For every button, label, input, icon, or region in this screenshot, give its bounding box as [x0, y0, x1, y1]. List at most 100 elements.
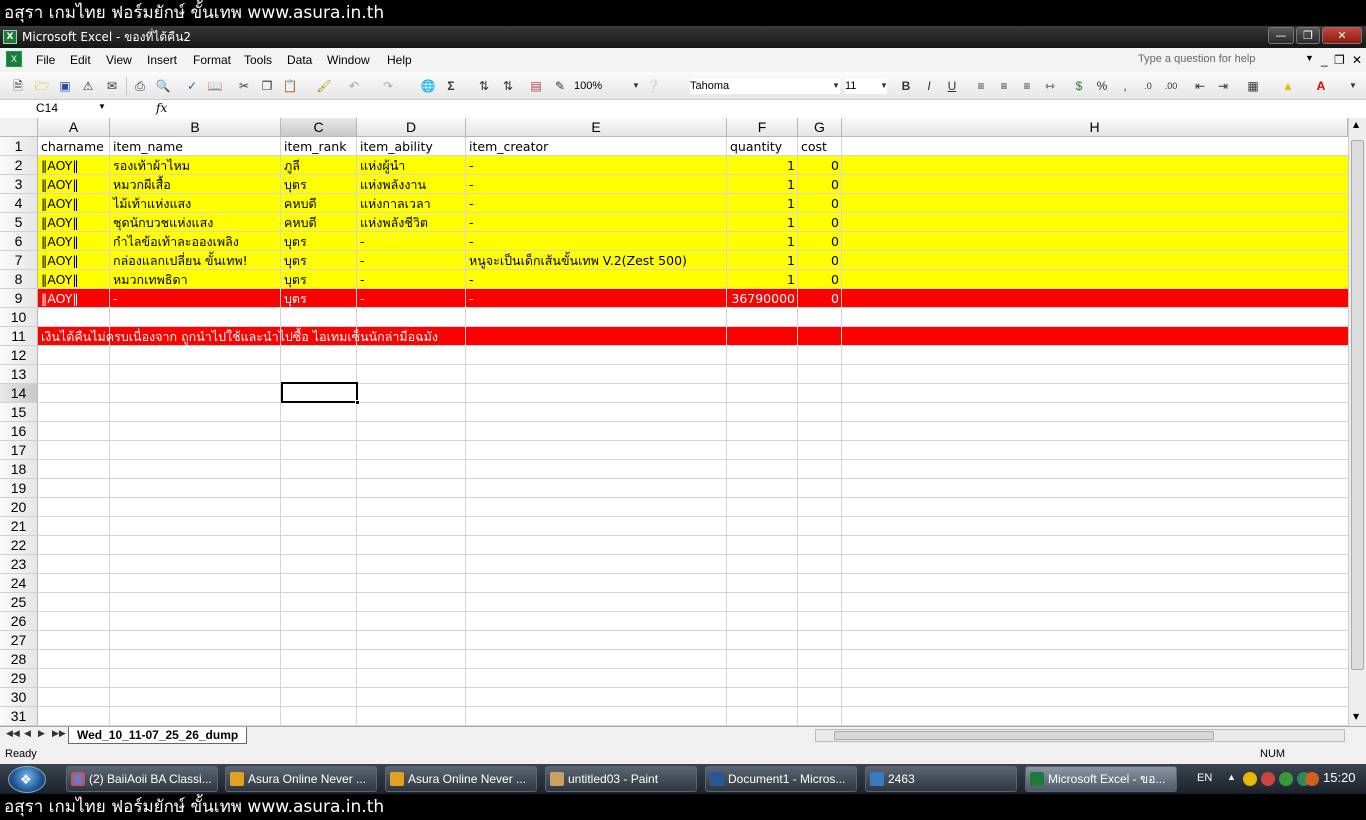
row-header-24[interactable]: 24: [0, 574, 38, 593]
row-header-16[interactable]: 16: [0, 422, 38, 441]
increase-decimal-icon[interactable]: .0: [1140, 78, 1156, 94]
drawing-icon[interactable]: ✎: [552, 78, 568, 94]
format-painter-icon[interactable]: 🖌: [316, 78, 332, 94]
scroll-up-icon[interactable]: ▲: [1353, 120, 1359, 129]
hyperlink-icon[interactable]: 🌐: [420, 78, 436, 94]
row-header-22[interactable]: 22: [0, 536, 38, 555]
row-header-9[interactable]: 9: [0, 289, 38, 308]
cell-b4[interactable]: ไม้เท้าแห่งแสง: [110, 194, 281, 213]
tool-tray-icon[interactable]: [1261, 772, 1275, 786]
row-header-20[interactable]: 20: [0, 498, 38, 517]
row-header-10[interactable]: 10: [0, 308, 38, 327]
next-sheet-icon[interactable]: ▶: [38, 728, 45, 739]
row-header-27[interactable]: 27: [0, 631, 38, 650]
task-paint[interactable]: untitled03 - Paint: [545, 766, 697, 792]
cell-b7[interactable]: กล่องแลกเปลี่ยน ขั้นเทพ!: [110, 251, 281, 270]
cell-g6[interactable]: 0: [798, 232, 842, 251]
name-box-dropdown-icon[interactable]: ▼: [98, 102, 106, 111]
cell-d3[interactable]: แห่งพลังงาน: [357, 175, 466, 194]
cell-c8[interactable]: บุตร: [281, 270, 357, 289]
cell-g3[interactable]: 0: [798, 175, 842, 194]
cell-a4[interactable]: ‖AOY‖: [38, 194, 110, 213]
cell-f4[interactable]: 1: [727, 194, 798, 213]
cell-f7[interactable]: 1: [727, 251, 798, 270]
cell-e4[interactable]: -: [466, 194, 766, 213]
row-header-31[interactable]: 31: [0, 707, 38, 726]
column-header-c[interactable]: C: [281, 118, 357, 137]
formula-input[interactable]: [176, 100, 1366, 118]
size-dropdown-icon[interactable]: ▼: [876, 78, 892, 94]
menu-view[interactable]: View: [106, 53, 132, 67]
cell-e1[interactable]: item_creator: [466, 137, 727, 156]
research-icon[interactable]: 📖: [207, 78, 223, 94]
undo-icon[interactable]: ↶: [346, 78, 362, 94]
font-color-icon[interactable]: A: [1313, 78, 1329, 94]
minimize-button[interactable]: —: [1268, 27, 1294, 44]
help-icon[interactable]: ❔: [645, 78, 661, 94]
column-header-f[interactable]: F: [727, 118, 798, 137]
chart-wizard-icon[interactable]: ▤: [528, 78, 544, 94]
cell-e7[interactable]: หนูจะเป็นเด็กเส้นขั้นเทพ V.2(Zest 500): [466, 251, 766, 270]
cell-e5[interactable]: -: [466, 213, 766, 232]
cell-g4[interactable]: 0: [798, 194, 842, 213]
task-chrome[interactable]: (2) BaiiAoii BA Classi...: [66, 766, 218, 792]
save-icon[interactable]: ▣: [57, 78, 73, 94]
cell-g8[interactable]: 0: [798, 270, 842, 289]
prev-sheet-icon[interactable]: ◀: [24, 728, 31, 739]
cell-a9[interactable]: ‖AOY‖: [38, 289, 110, 308]
spelling-icon[interactable]: ✓: [184, 78, 200, 94]
currency-icon[interactable]: $: [1071, 78, 1087, 94]
row-header-7[interactable]: 7: [0, 251, 38, 270]
cell-f3[interactable]: 1: [727, 175, 798, 194]
comma-style-icon[interactable]: ,: [1117, 78, 1133, 94]
cell-e6[interactable]: -: [466, 232, 766, 251]
first-sheet-icon[interactable]: ◀◀: [6, 728, 20, 739]
row-header-26[interactable]: 26: [0, 612, 38, 631]
cell-g1[interactable]: cost: [798, 137, 842, 156]
fill-handle[interactable]: [355, 400, 360, 405]
cell-b5[interactable]: ชุดนักบวชแห่งแสง: [110, 213, 281, 232]
last-sheet-icon[interactable]: ▶▶: [52, 728, 66, 739]
merge-center-icon[interactable]: ⇿: [1042, 78, 1058, 94]
close-button[interactable]: ✕: [1322, 27, 1362, 44]
cell-f9[interactable]: 36790000: [727, 289, 798, 308]
row-header-28[interactable]: 28: [0, 650, 38, 669]
cell-b3[interactable]: หมวกผีเสื้อ: [110, 175, 281, 194]
cell-e3[interactable]: -: [466, 175, 766, 194]
toolbar-options-icon[interactable]: ▼: [1345, 78, 1361, 94]
workbook-icon[interactable]: X: [6, 51, 22, 67]
cut-icon[interactable]: ✂: [236, 78, 252, 94]
decrease-decimal-icon[interactable]: .00: [1163, 78, 1179, 94]
cell-c5[interactable]: คหบดี: [281, 213, 357, 232]
cell-f2[interactable]: 1: [727, 156, 798, 175]
email-icon[interactable]: ✉: [104, 78, 120, 94]
align-left-icon[interactable]: ≡: [973, 78, 989, 94]
menu-window[interactable]: Window: [327, 53, 370, 67]
cell-c9[interactable]: บุตร: [281, 289, 357, 308]
task-asura-2[interactable]: Asura Online Never ...: [385, 766, 537, 792]
doc-minimize-icon[interactable]: _: [1321, 53, 1328, 67]
cell-f5[interactable]: 1: [727, 213, 798, 232]
row-header-3[interactable]: 3: [0, 175, 38, 194]
row-header-23[interactable]: 23: [0, 555, 38, 574]
column-header-g[interactable]: G: [798, 118, 842, 137]
cell-d9[interactable]: -: [357, 289, 466, 308]
help-dropdown-icon[interactable]: ▼: [1305, 53, 1314, 63]
bold-icon[interactable]: B: [898, 78, 914, 94]
row-header-29[interactable]: 29: [0, 669, 38, 688]
task-word[interactable]: Document1 - Micros...: [705, 766, 857, 792]
help-search-input[interactable]: Type a question for help: [1138, 53, 1255, 65]
cell-a2[interactable]: ‖AOY‖: [38, 156, 110, 175]
paste-icon[interactable]: 📋: [282, 78, 298, 94]
column-header-b[interactable]: B: [110, 118, 281, 137]
cell-c7[interactable]: บุตร: [281, 251, 357, 270]
horizontal-scroll-thumb[interactable]: [834, 731, 1214, 740]
cell-d7[interactable]: -: [357, 251, 466, 270]
row-header-21[interactable]: 21: [0, 517, 38, 536]
menu-file[interactable]: File: [36, 53, 55, 67]
row-header-18[interactable]: 18: [0, 460, 38, 479]
cell-f6[interactable]: 1: [727, 232, 798, 251]
sort-descending-icon[interactable]: ⇅: [500, 78, 516, 94]
cell-c2[interactable]: ภูลี: [281, 156, 357, 175]
sheet-tab-active[interactable]: Wed_10_11-07_25_26_dump: [68, 727, 248, 744]
